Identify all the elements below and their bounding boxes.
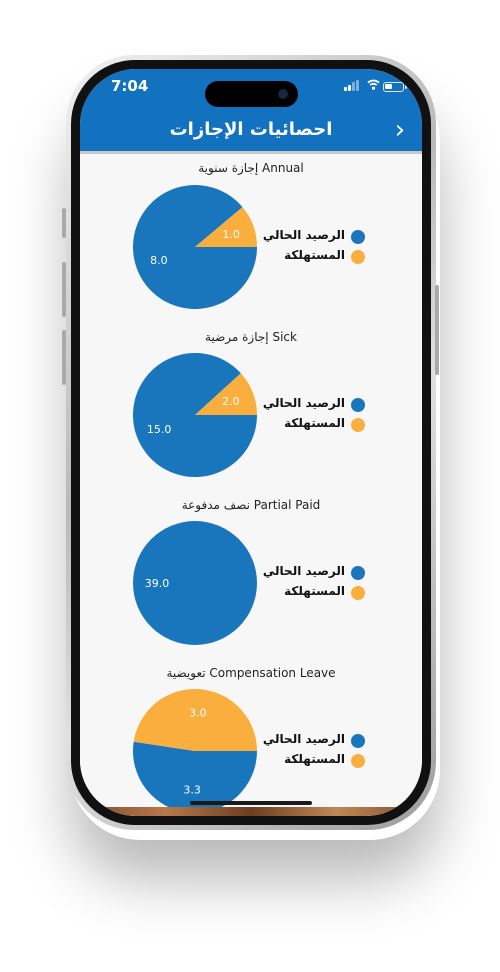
slice-value-label: 3.3 xyxy=(183,783,201,796)
wifi-icon xyxy=(367,79,380,90)
slice-value-label: 8.0 xyxy=(150,254,168,267)
home-indicator xyxy=(190,801,312,805)
legend-label: المستهلكة xyxy=(284,416,345,430)
legend-item-current: الرصيد الحالي xyxy=(262,563,365,583)
back-button[interactable]: › xyxy=(380,115,420,149)
legend-label: الرصيد الحالي xyxy=(262,564,345,578)
status-bar: 7:04 xyxy=(80,69,422,117)
chart-title-sick: إجازة مرضية Sick xyxy=(205,330,297,344)
slice-value-label: 3.0 xyxy=(189,707,207,720)
legend-swatch xyxy=(351,418,365,432)
legend-label: المستهلكة xyxy=(284,752,345,766)
legend-swatch xyxy=(351,250,365,264)
legend-label: المستهلكة xyxy=(284,584,345,598)
status-time: 7:04 xyxy=(111,77,149,95)
volume-up-button xyxy=(62,262,66,317)
legend-item-current: الرصيد الحالي xyxy=(262,395,365,415)
power-button xyxy=(435,285,439,375)
bottom-image-strip xyxy=(80,807,422,816)
chart-title-partial-paid: نصف مدفوعة Partial Paid xyxy=(181,498,321,512)
battery-icon xyxy=(383,82,404,92)
legend-sick: الرصيد الحالي المستهلكة xyxy=(262,395,365,435)
legend-swatch xyxy=(351,586,365,600)
camera-icon xyxy=(278,89,288,99)
legend-item-current: الرصيد الحالي xyxy=(262,731,365,751)
slice-value-label: 15.0 xyxy=(147,423,172,436)
slice-value-label: 1.0 xyxy=(222,228,240,241)
legend-swatch xyxy=(351,230,365,244)
page-title: احصائيات الإجازات xyxy=(169,119,333,140)
battery-cap xyxy=(405,85,407,89)
pie-sick: 15.0 2.0 xyxy=(133,353,257,477)
pie-annual: 8.0 1.0 xyxy=(133,184,257,309)
legend-swatch xyxy=(351,566,365,580)
app-bar: احصائيات الإجازات › xyxy=(80,115,422,151)
legend-label: الرصيد الحالي xyxy=(262,732,345,746)
legend-item-consumed: المستهلكة xyxy=(265,247,365,267)
legend-item-consumed: المستهلكة xyxy=(265,583,365,603)
pie-partial-paid: 39.0 xyxy=(133,521,257,645)
legend-label: الرصيد الحالي xyxy=(262,396,345,410)
chart-title-compensation: تعويضية Compensation Leave xyxy=(166,666,336,680)
phone-screen: 7:04 احصائيات الإجازات › إجازة سنوية Ann… xyxy=(80,69,422,816)
slice-value-label: 2.0 xyxy=(222,395,240,408)
legend-item-current: الرصيد الحالي xyxy=(262,227,365,247)
dynamic-island xyxy=(205,81,298,107)
legend-annual: الرصيد الحالي المستهلكة xyxy=(262,227,365,267)
legend-item-consumed: المستهلكة xyxy=(265,751,365,771)
legend-swatch xyxy=(351,754,365,768)
legend-compensation: الرصيد الحالي المستهلكة xyxy=(262,731,365,771)
legend-item-consumed: المستهلكة xyxy=(265,415,365,435)
legend-swatch xyxy=(351,734,365,748)
mute-switch xyxy=(62,208,66,238)
legend-partial-paid: الرصيد الحالي المستهلكة xyxy=(262,563,365,603)
chart-title-annual: إجازة سنوية Annual xyxy=(198,161,304,175)
slice-value-label: 39.0 xyxy=(145,577,170,590)
legend-label: الرصيد الحالي xyxy=(262,228,345,242)
chevron-right-icon: › xyxy=(394,115,406,145)
pie-compensation: 3.3 3.0 xyxy=(133,689,257,813)
leave-stats-content: إجازة سنوية Annual 8.0 1.0 الرصيد الحالي … xyxy=(80,154,422,816)
legend-label: المستهلكة xyxy=(284,248,345,262)
volume-down-button xyxy=(62,330,66,385)
pie-slice xyxy=(133,689,257,751)
legend-swatch xyxy=(351,398,365,412)
